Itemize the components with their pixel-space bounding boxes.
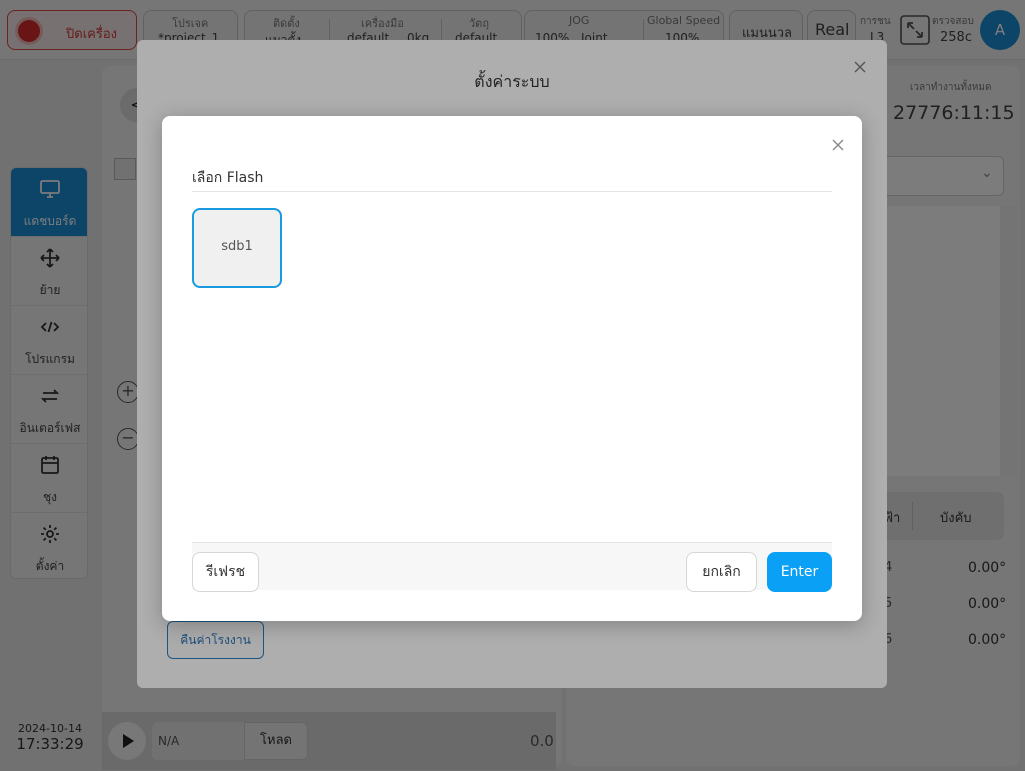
modal-footer: รีเฟรช ยกเลิก Enter bbox=[192, 542, 832, 592]
drive-option[interactable]: sdb1 bbox=[192, 208, 282, 288]
refresh-button[interactable]: รีเฟรช bbox=[192, 552, 259, 592]
enter-button[interactable]: Enter bbox=[767, 552, 832, 592]
modal-title: เลือก Flash bbox=[192, 170, 264, 186]
close-icon[interactable] bbox=[832, 139, 844, 151]
select-flash-modal: เลือก Flash sdb1 รีเฟรช ยกเลิก Enter bbox=[162, 116, 862, 621]
drive-label: sdb1 bbox=[221, 239, 253, 254]
cancel-button[interactable]: ยกเลิก bbox=[686, 552, 757, 592]
divider bbox=[192, 191, 832, 192]
